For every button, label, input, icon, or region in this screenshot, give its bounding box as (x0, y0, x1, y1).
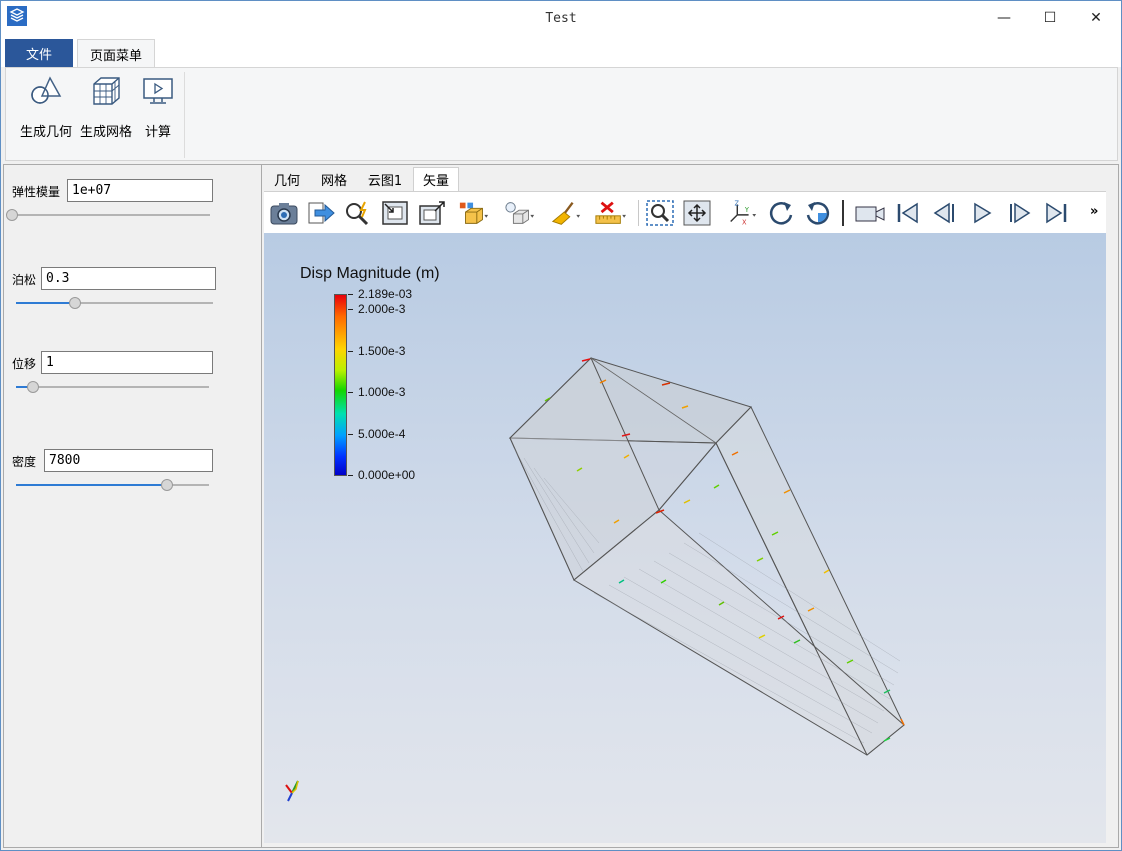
compute-button[interactable]: 计算 (138, 74, 178, 144)
generate-geometry-label: 生成几何 (19, 125, 72, 140)
zoom-lightning-icon[interactable] (342, 198, 374, 228)
rotate-cw-icon[interactable] (765, 198, 797, 228)
window-title: Test (545, 11, 577, 26)
light-cube-icon[interactable] (504, 198, 536, 228)
svg-text:Z: Z (734, 199, 739, 207)
tab-mesh[interactable]: 网格 (311, 167, 357, 191)
play-icon[interactable] (966, 198, 998, 228)
render-viewport[interactable]: Disp Magnitude (m) 2.189e-03 2.000e-3 1.… (264, 233, 1106, 843)
camera-icon[interactable] (268, 198, 300, 228)
poisson-input[interactable]: 0.3 (41, 267, 216, 290)
axes-icon[interactable]: ZYX (726, 198, 758, 228)
modulus-slider-thumb[interactable] (6, 209, 18, 221)
modulus-slider[interactable] (6, 208, 210, 222)
density-slider[interactable] (16, 478, 209, 492)
generate-mesh-label: 生成网格 (79, 125, 132, 140)
title-bar: Test — ☐ ✕ (1, 1, 1121, 37)
tab-contour[interactable]: 云图1 (359, 167, 411, 191)
displacement-input[interactable]: 1 (41, 351, 213, 374)
displacement-slider-thumb[interactable] (27, 381, 40, 393)
ribbon-panel: 生成几何 生成网格 计算 (5, 67, 1118, 161)
broom-icon[interactable] (550, 198, 582, 228)
rotate-ccw-icon[interactable] (802, 198, 834, 228)
page-menu-tab[interactable]: 页面菜单 (77, 39, 155, 68)
frame-inward-icon[interactable] (379, 198, 411, 228)
zoom-box-icon[interactable] (644, 198, 676, 228)
previous-frame-icon[interactable] (929, 198, 961, 228)
menu-bar: 文件 页面菜单 (1, 37, 1121, 68)
minimize-button[interactable]: — (981, 1, 1027, 35)
parameter-panel: 弹性模量 1e+07 泊松 0.3 位移 1 密度 7800 (4, 165, 262, 847)
generate-mesh-button[interactable]: 生成网格 (78, 74, 134, 144)
toolbar-overflow-button[interactable]: » (1090, 204, 1098, 219)
poisson-slider[interactable] (16, 296, 213, 310)
mesh-cube-icon (93, 77, 120, 105)
density-input[interactable]: 7800 (44, 449, 213, 472)
file-menu-tab[interactable]: 文件 (5, 39, 73, 67)
wedge-model (508, 357, 905, 756)
density-label: 密度 (12, 455, 37, 469)
modulus-input[interactable]: 1e+07 (67, 179, 213, 202)
close-button[interactable]: ✕ (1073, 1, 1119, 35)
svg-text:X: X (742, 218, 747, 226)
compute-label: 计算 (144, 125, 171, 140)
last-frame-icon[interactable] (1040, 198, 1072, 228)
monitor-play-icon (143, 78, 173, 104)
displacement-label: 位移 (12, 357, 37, 371)
view-toolbar: ZYX » (264, 191, 1106, 233)
geometry-shapes-icon (31, 76, 62, 104)
toolbar-grip (842, 200, 844, 226)
ruler-delete-icon[interactable] (594, 198, 626, 228)
poisson-label: 泊松 (12, 273, 37, 287)
frame-outward-icon[interactable] (416, 198, 448, 228)
next-frame-icon[interactable] (1003, 198, 1035, 228)
modulus-label: 弹性模量 (12, 185, 61, 199)
fit-view-icon[interactable] (681, 198, 713, 228)
video-camera-icon[interactable] (854, 198, 886, 228)
orientation-axes-widget (285, 780, 299, 802)
first-frame-icon[interactable] (892, 198, 924, 228)
svg-text:Y: Y (744, 206, 750, 214)
model-render (285, 357, 905, 802)
poisson-slider-thumb[interactable] (69, 297, 82, 309)
maximize-button[interactable]: ☐ (1027, 1, 1073, 35)
export-arrow-icon[interactable] (305, 198, 337, 228)
density-slider-thumb[interactable] (160, 479, 173, 491)
displacement-slider[interactable] (16, 380, 209, 394)
tab-geometry[interactable]: 几何 (265, 167, 309, 191)
generate-geometry-button[interactable]: 生成几何 (14, 74, 78, 144)
ribbon-separator (184, 72, 185, 158)
app-window: Test — ☐ ✕ 文件 页面菜单 生成几何 生成网格 计算 弹性模量 1e+… (0, 0, 1122, 851)
color-cube-icon[interactable] (458, 198, 490, 228)
tab-vector[interactable]: 矢量 (413, 167, 459, 191)
toolbar-separator (638, 200, 639, 226)
